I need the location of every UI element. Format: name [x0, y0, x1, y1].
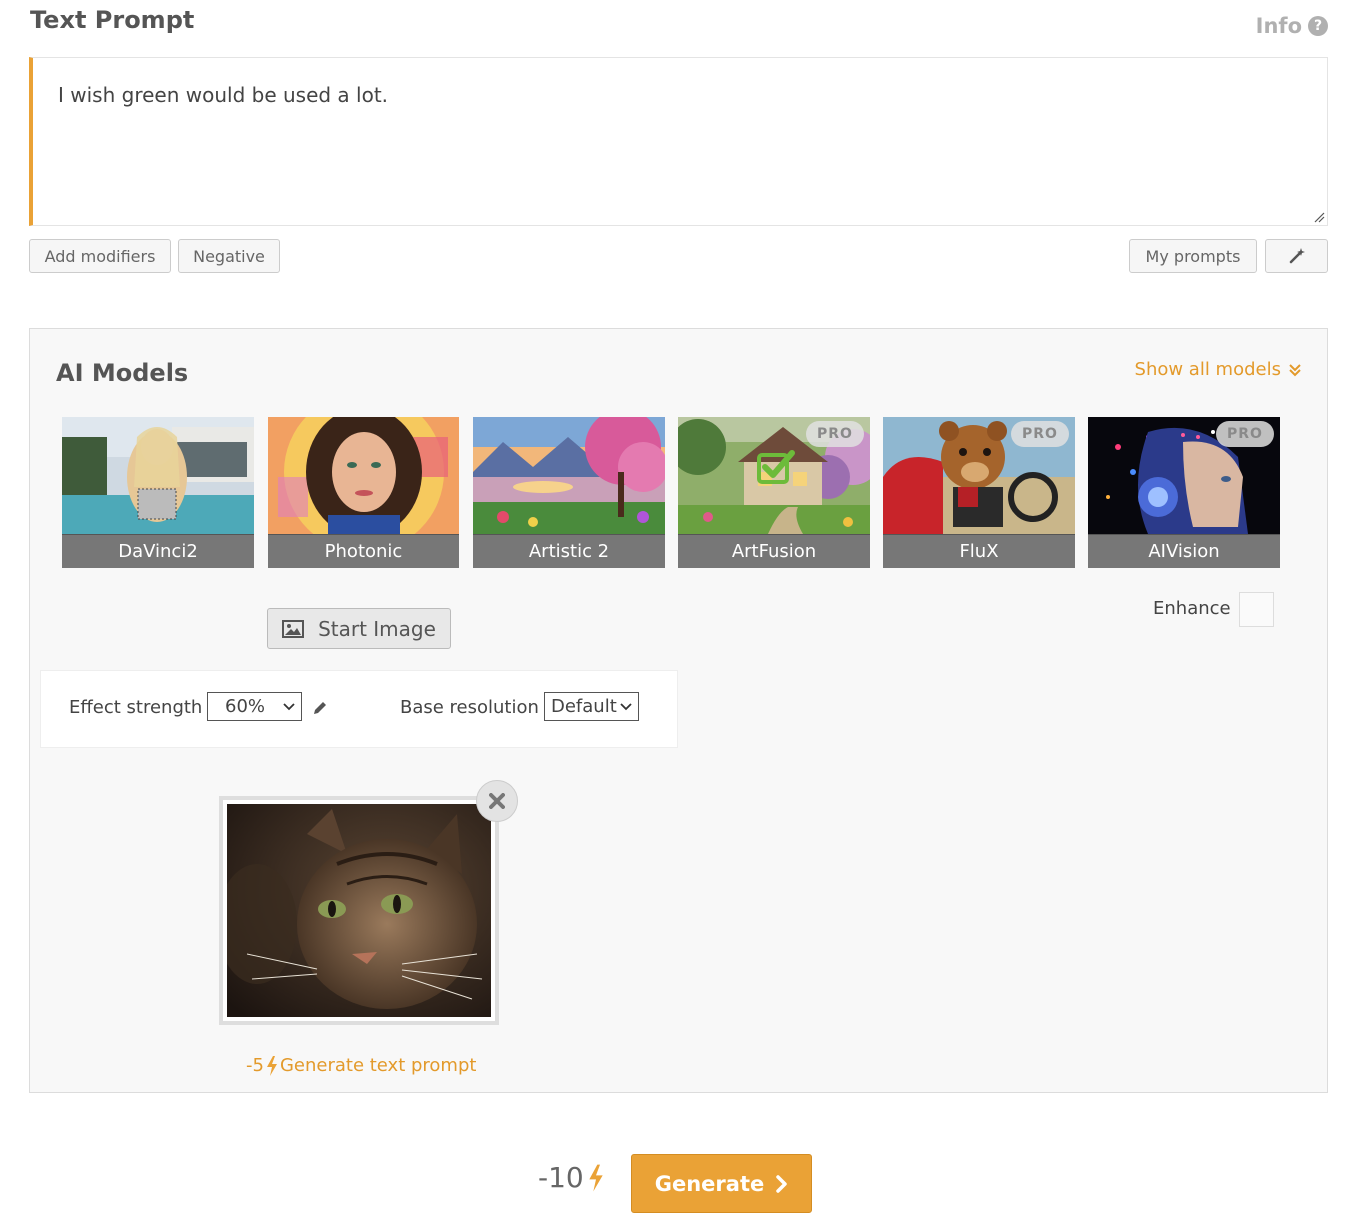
models-title: AI Models — [56, 359, 189, 387]
model-name: Artistic 2 — [473, 534, 665, 568]
my-prompts-button[interactable]: My prompts — [1129, 239, 1257, 273]
effect-strength-select[interactable]: 60% — [207, 692, 302, 721]
image-icon — [282, 619, 305, 638]
model-thumbnail — [473, 417, 665, 534]
pencil-icon[interactable] — [312, 700, 328, 716]
model-card-aivision[interactable]: PRO AIVision — [1088, 417, 1280, 568]
model-card-davinci2[interactable]: DaVinci2 — [62, 417, 254, 568]
model-name: FluX — [883, 534, 1075, 568]
image-settings-panel: Effect strength 60% Base resolution Defa… — [40, 670, 678, 748]
chevron-down-icon — [283, 703, 295, 711]
enhance-label: Enhance — [1153, 598, 1231, 619]
base-resolution-value: Default — [551, 696, 617, 717]
model-thumbnail — [268, 417, 459, 534]
page-title: Text Prompt — [30, 6, 195, 34]
model-name: DaVinci2 — [62, 534, 254, 568]
lightning-icon — [589, 1164, 603, 1191]
generate-button[interactable]: Generate — [631, 1154, 812, 1213]
start-image-label: Start Image — [318, 616, 436, 641]
negative-button[interactable]: Negative — [178, 239, 280, 273]
question-icon: ? — [1308, 16, 1328, 36]
show-all-label: Show all models — [1134, 359, 1281, 380]
pro-badge: PRO — [1216, 421, 1274, 447]
double-chevron-down-icon — [1289, 363, 1301, 376]
base-resolution-select[interactable]: Default — [544, 692, 639, 721]
prompt-text: I wish green would be used a lot. — [58, 83, 389, 107]
prompt-textarea[interactable]: I wish green would be used a lot. — [29, 57, 1328, 226]
show-all-models-link[interactable]: Show all models — [1135, 359, 1301, 380]
pro-badge: PRO — [1011, 421, 1069, 447]
model-card-artistic-2[interactable]: Artistic 2 — [473, 417, 665, 568]
generate-cost-value: -10 — [538, 1161, 584, 1194]
info-label: Info — [1255, 14, 1302, 38]
cat-photo — [227, 804, 491, 1017]
model-card-artfusion[interactable]: PRO ArtFusion — [678, 417, 870, 568]
lightning-icon — [266, 1055, 277, 1076]
model-thumbnail — [62, 417, 254, 534]
model-name: Photonic — [268, 534, 459, 568]
base-resolution-label: Base resolution — [400, 697, 539, 718]
checkmark-icon — [757, 450, 795, 484]
effect-strength-label: Effect strength — [69, 697, 203, 718]
model-card-flux[interactable]: PRO FluX — [883, 417, 1075, 568]
pro-badge: PRO — [806, 421, 864, 447]
model-card-photonic[interactable]: Photonic — [268, 417, 459, 568]
effect-strength-value: 60% — [225, 696, 266, 717]
chevron-right-icon — [776, 1174, 787, 1193]
uploaded-image-frame — [219, 796, 499, 1025]
magic-wand-icon — [1289, 248, 1305, 264]
add-modifiers-button[interactable]: Add modifiers — [29, 239, 171, 273]
ai-models-panel: AI Models Show all models DaVinci2 Photo… — [29, 328, 1328, 1093]
chevron-down-icon — [620, 703, 632, 711]
remove-image-button[interactable] — [476, 780, 518, 822]
resize-handle-icon[interactable] — [1313, 211, 1325, 223]
generate-text-prompt-label: Generate text prompt — [279, 1055, 477, 1076]
enhance-checkbox[interactable] — [1239, 592, 1274, 627]
magic-wand-button[interactable] — [1265, 239, 1328, 273]
generate-cost: -10 — [538, 1161, 604, 1194]
info-link[interactable]: Info ? — [1256, 14, 1328, 38]
generate-label: Generate — [654, 1171, 765, 1196]
model-name: ArtFusion — [678, 534, 870, 568]
close-icon — [489, 793, 505, 809]
model-name: AIVision — [1088, 534, 1280, 568]
generate-text-prompt-cost: -5 — [246, 1055, 264, 1076]
start-image-button[interactable]: Start Image — [267, 608, 451, 649]
generate-text-prompt-link[interactable]: -5 Generate text prompt — [246, 1055, 476, 1076]
